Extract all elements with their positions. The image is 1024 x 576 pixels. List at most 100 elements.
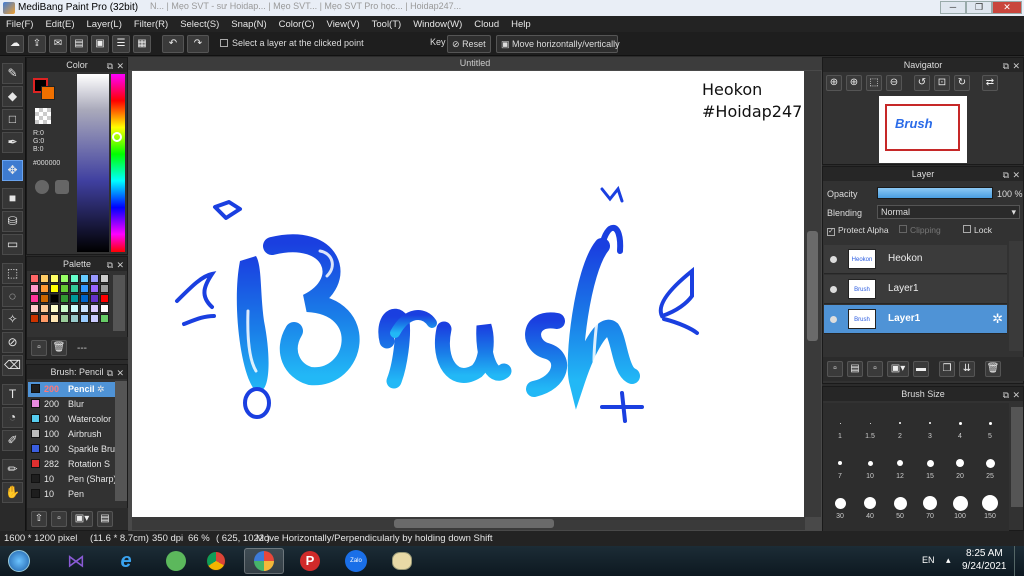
lock-option[interactable]: Lock [963, 225, 992, 235]
vertical-scroll-thumb[interactable] [807, 231, 818, 341]
brush-size-option[interactable]: 40 [855, 487, 885, 525]
palette-swatch[interactable] [30, 294, 39, 303]
blending-select[interactable]: Normal ▾ [877, 205, 1020, 219]
palette-swatch[interactable] [100, 284, 109, 293]
eyedropper-tool-icon[interactable]: ✐ [2, 430, 23, 451]
palette-swatch[interactable] [80, 274, 89, 283]
protect-alpha-checkbox[interactable]: ✓ [827, 228, 835, 236]
eraser-tool-icon[interactable]: ◆ [2, 86, 23, 107]
brush-item[interactable]: 282 Rotation S [28, 457, 125, 472]
palette-swatch[interactable] [30, 284, 39, 293]
palette-swatch[interactable] [60, 274, 69, 283]
delete-palette-icon[interactable]: 🗑 [51, 340, 67, 356]
zoom-in-alt-icon[interactable]: ⊕ [846, 75, 862, 91]
brush-size-option[interactable]: 7 [825, 447, 855, 485]
brush-item[interactable]: 10 Pen [28, 487, 125, 502]
close-icon[interactable]: ✕ [116, 258, 124, 272]
palette-swatch[interactable] [40, 304, 49, 313]
document-icon[interactable]: ▣ [91, 35, 109, 53]
gear-icon[interactable]: ✲ [992, 311, 1003, 327]
drawing-canvas[interactable]: Heokon #Hoidap247 [132, 71, 805, 517]
magic-wand-tool-icon[interactable]: ✧ [2, 309, 23, 330]
taskbar-paint[interactable] [382, 548, 422, 574]
message-icon[interactable]: ▤ [70, 35, 88, 53]
menu-select[interactable]: Select(S) [174, 19, 225, 30]
palette-swatch[interactable] [90, 284, 99, 293]
menu-tool[interactable]: Tool(T) [366, 19, 408, 30]
palette-swatch[interactable] [50, 314, 59, 323]
menu-layer[interactable]: Layer(L) [81, 19, 128, 30]
palette-icon[interactable] [35, 180, 49, 194]
brush-size-option[interactable]: 10 [855, 447, 885, 485]
palette-swatch[interactable] [30, 314, 39, 323]
palette-swatch[interactable] [80, 314, 89, 323]
comment-icon[interactable]: ✉ [49, 35, 67, 53]
menu-snap[interactable]: Snap(N) [225, 19, 272, 30]
rotate-right-icon[interactable]: ↻ [954, 75, 970, 91]
list-icon[interactable]: ☰ [112, 35, 130, 53]
brush-settings-icon[interactable]: ▤ [97, 511, 113, 527]
grid-icon[interactable]: ▦ [133, 35, 151, 53]
brush-size-option[interactable]: 5 [975, 407, 1005, 445]
palette-swatch[interactable] [60, 284, 69, 293]
palette-swatch[interactable] [40, 294, 49, 303]
palette-swatch[interactable] [30, 304, 39, 313]
brush-size-option[interactable]: 2 [885, 407, 915, 445]
brush-size-option[interactable]: 50 [885, 487, 915, 525]
layer-list-scrollbar[interactable] [1009, 241, 1023, 351]
taskbar-medibang[interactable] [244, 548, 284, 574]
merge-layer-icon[interactable]: ⇊ [959, 361, 975, 377]
palette-swatch[interactable] [60, 314, 69, 323]
upload-icon[interactable]: ⇪ [28, 35, 46, 53]
maximize-button[interactable]: ❐ [966, 1, 992, 14]
close-icon[interactable]: ✕ [1012, 388, 1020, 402]
palette-swatch[interactable] [80, 294, 89, 303]
taskbar-internet-explorer[interactable]: e [106, 548, 146, 574]
brush-size-option[interactable]: 150 [975, 487, 1005, 525]
folder-icon[interactable]: ▬ [913, 361, 929, 377]
tray-arrow-icon[interactable]: ▴ [946, 555, 951, 566]
cloud-brush-icon[interactable]: ⇧ [31, 511, 47, 527]
brush-size-option[interactable]: 3 [915, 407, 945, 445]
palette-swatch[interactable] [90, 294, 99, 303]
taskbar-visual-studio[interactable]: ⋈ [56, 548, 96, 574]
expand-icon[interactable]: ⧉ [1003, 59, 1009, 73]
color-picker-icon[interactable] [55, 180, 69, 194]
brush-item[interactable]: 200 Pencil ✲ [28, 382, 125, 397]
palette-swatch[interactable] [90, 304, 99, 313]
expand-icon[interactable]: ⧉ [1003, 388, 1009, 402]
visibility-eye-icon[interactable] [830, 256, 837, 263]
background-color-swatch[interactable] [41, 86, 55, 100]
palette-swatch[interactable] [30, 274, 39, 283]
bucket-tool-icon[interactable]: ⛁ [2, 211, 23, 232]
palette-swatch[interactable] [70, 274, 79, 283]
taskbar-zalo[interactable]: Zalo [336, 548, 376, 574]
menu-help[interactable]: Help [505, 19, 537, 30]
brush-size-option[interactable]: 1 [825, 407, 855, 445]
lock-checkbox[interactable] [963, 225, 971, 233]
text-tool-icon[interactable]: T [2, 384, 23, 405]
palette-swatch[interactable] [100, 294, 109, 303]
pen-tool-icon[interactable]: ✒ [2, 132, 23, 153]
palette-swatch[interactable] [90, 274, 99, 283]
taskbar-pinterest[interactable]: P [290, 548, 330, 574]
expand-icon[interactable]: ⧉ [1003, 168, 1009, 182]
show-desktop-button[interactable] [1014, 546, 1024, 576]
brush-item[interactable]: 100 Sparkle Brush [28, 442, 125, 457]
brush-size-option[interactable]: 20 [945, 447, 975, 485]
layer-row[interactable]: Heokon Heokon [824, 245, 1007, 274]
delete-layer-icon[interactable]: 🗑 [985, 361, 1001, 377]
pencil-tool-icon[interactable]: ✏ [2, 459, 23, 480]
palette-swatch[interactable] [100, 314, 109, 323]
select-pen-tool-icon[interactable]: ⊘ [2, 332, 23, 353]
brush-size-option[interactable]: 25 [975, 447, 1005, 485]
undo-icon[interactable]: ↶ [162, 35, 184, 53]
brush-size-option[interactable]: 1.5 [855, 407, 885, 445]
hand-tool-icon[interactable]: ✋ [2, 482, 23, 503]
transparent-color-swatch[interactable] [35, 108, 51, 124]
menu-cloud[interactable]: Cloud [468, 19, 505, 30]
add-brush-menu-icon[interactable]: ▣▾ [71, 511, 93, 527]
palette-swatch[interactable] [60, 304, 69, 313]
balloon-tool-icon[interactable]: ◔ [2, 407, 23, 428]
palette-swatch[interactable] [50, 274, 59, 283]
